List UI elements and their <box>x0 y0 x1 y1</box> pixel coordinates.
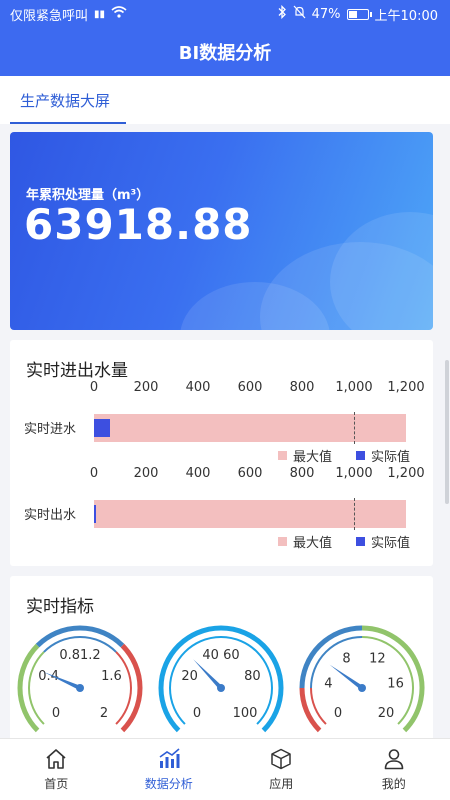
gauge-tick-label: 20 <box>378 706 395 721</box>
tab-label: 生产数据大屏 <box>20 91 111 110</box>
gauge-tick-label: 0 <box>334 706 342 721</box>
axis-tick-label: 800 <box>289 466 315 481</box>
app-bar: BI数据分析 <box>0 28 450 76</box>
gauge-tick-label: 2 <box>100 706 108 721</box>
carrier-text: 仅限紧急呼叫 <box>10 8 89 24</box>
nav-apps[interactable]: 应用 <box>225 739 338 800</box>
bar-row-label: 实时出水 <box>24 508 77 523</box>
battery-percent: 47% <box>311 6 341 22</box>
scrollbar[interactable] <box>445 360 449 504</box>
gauge-outer-arc <box>158 625 284 733</box>
gauge-hub <box>217 684 225 692</box>
water-flow-card: 实时进出水量 0 200 400 600 800 1,000 1,200 实时进水 最大值 实际值… <box>10 340 433 566</box>
page-title: BI数据分析 <box>178 43 272 64</box>
legend-label-max: 最大值 <box>293 450 333 465</box>
gauge-tick-label: 4 <box>324 677 332 692</box>
legend-swatch-max <box>278 451 287 460</box>
indicators-card: 实时指标 0 0.4 0.81.2 1.6 2 0 20 40 60 80 100 0 4 8 12 16 2… <box>10 576 433 738</box>
bar-actual <box>94 505 97 523</box>
gauge-tick-label: 40 60 <box>202 648 239 663</box>
wifi-icon <box>111 6 127 22</box>
bottom-nav: 首页 数据分析 应用 我的 <box>0 738 450 800</box>
gauge-hub <box>76 684 84 692</box>
tab-production-dashboard[interactable]: 生产数据大屏 <box>10 76 127 124</box>
bar-max <box>94 414 406 442</box>
gauge-tick-label: 0 <box>193 706 201 721</box>
axis-tick-label: 1,200 <box>387 466 425 481</box>
axis-tick-label: 1,200 <box>387 380 425 395</box>
gauge-tick-label: 100 <box>233 706 258 721</box>
gauge-needle <box>329 664 364 690</box>
axis-tick-label: 200 <box>133 466 159 481</box>
hero-card: 年累积处理量（m³） 63918.88 <box>10 132 433 330</box>
legend-swatch-actual <box>356 451 366 460</box>
nav-label: 我的 <box>381 777 406 791</box>
axis-tick-label: 0 <box>89 466 99 481</box>
hero-decoration <box>330 212 433 330</box>
bluetooth-icon <box>277 4 287 23</box>
nav-home[interactable]: 首页 <box>0 739 113 800</box>
legend-swatch-max <box>278 537 287 546</box>
home-icon <box>46 749 66 769</box>
axis-tick-label: 400 <box>185 466 211 481</box>
nav-label: 首页 <box>44 777 69 791</box>
user-icon <box>384 749 404 770</box>
axis-tick-label: 1,000 <box>335 466 373 481</box>
gauge-tick-label: 0.81.2 <box>59 648 100 663</box>
bar-legend: 最大值 实际值 <box>278 532 410 551</box>
axis-tick-label: 800 <box>289 380 315 395</box>
water-card-title: 实时进出水量 <box>26 361 128 381</box>
legend-label-max: 最大值 <box>293 536 333 551</box>
axis-tick-label: 600 <box>237 380 263 395</box>
signal-icon: ▮▮ <box>94 8 106 20</box>
hero-value: 63918.88 <box>24 200 253 249</box>
gauge-tick-label: 20 <box>181 669 198 684</box>
gauge-tick-label: 12 <box>369 652 386 667</box>
chart-icon <box>159 748 180 768</box>
nav-label: 应用 <box>269 777 294 791</box>
gauge-tick-label: 8 <box>342 652 350 667</box>
tab-bar: 生产数据大屏 <box>0 76 450 124</box>
gauge-tick-label: 0.4 <box>38 669 59 684</box>
clock: 上午10:00 <box>374 8 438 24</box>
axis-tick-label: 0 <box>89 380 99 395</box>
nav-mine[interactable]: 我的 <box>338 739 450 800</box>
bar-row-label: 实时进水 <box>24 422 77 437</box>
bar-max <box>94 500 406 528</box>
gauge-tick-label: 1.6 <box>101 669 122 684</box>
bar-target-marker <box>354 498 355 530</box>
content-scroll[interactable]: 年累积处理量（m³） 63918.88 实时进出水量 0 200 400 600 800… <box>0 124 450 738</box>
nav-data-analysis[interactable]: 数据分析 <box>113 739 226 800</box>
status-bar: 仅限紧急呼叫 ▮▮ 47% 上午10:00 <box>0 0 450 28</box>
axis-tick-label: 200 <box>133 380 159 395</box>
legend-label-actual: 实际值 <box>371 536 411 551</box>
axis-tick-label: 1,000 <box>335 380 373 395</box>
battery-icon <box>346 8 372 20</box>
cube-icon <box>271 748 291 770</box>
nav-label: 数据分析 <box>144 777 193 791</box>
gauge-tick-label: 0 <box>52 706 60 721</box>
bar-target-marker <box>354 412 355 444</box>
legend-swatch-actual <box>356 537 366 546</box>
axis-tick-label: 400 <box>185 380 211 395</box>
gauge-tick-label: 80 <box>244 669 261 684</box>
bar-legend: 最大值 实际值 <box>278 446 410 465</box>
gauges-svg: 00.40.81.21.62 02040 6080100 048 121620 <box>17 625 425 733</box>
legend-label-actual: 实际值 <box>371 450 411 465</box>
gauge-inner-arc <box>310 687 327 725</box>
axis-tick-label: 600 <box>237 466 263 481</box>
gauge-tick-label: 16 <box>387 677 404 692</box>
gauge-hub <box>358 684 366 692</box>
gauge-inner-arc <box>28 651 45 725</box>
mute-bell-icon <box>293 5 306 23</box>
gauge-inner-arc <box>115 651 132 725</box>
bar-actual <box>94 419 110 437</box>
